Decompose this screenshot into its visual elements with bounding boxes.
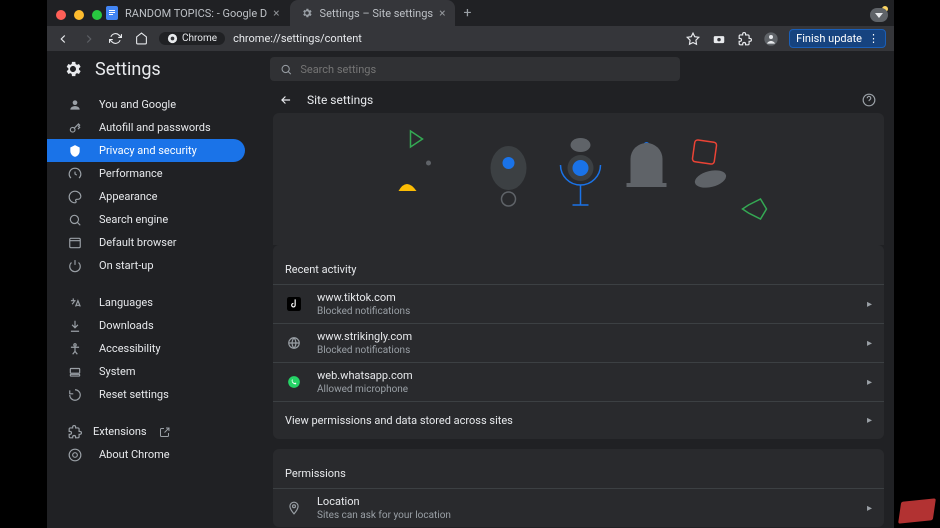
external-link-icon [157,426,173,438]
permission-location-row[interactable]: LocationSites can ask for your location … [273,488,884,527]
reset-icon [67,388,83,402]
help-icon[interactable] [862,93,878,107]
menu-dots-icon: ⋮ [868,32,879,45]
docs-icon [105,6,119,20]
nav-privacy-security[interactable]: Privacy and security [47,139,245,162]
close-icon[interactable]: × [439,6,445,20]
system-icon [67,365,83,379]
nav-appearance[interactable]: Appearance [47,185,263,208]
permissions-title: Permissions [273,449,884,488]
chevron-right-icon: ▸ [867,503,872,514]
maximize-window-button[interactable] [92,10,102,20]
close-icon[interactable]: × [273,6,279,20]
app-header: Settings [47,51,894,87]
browser-toolbar: Chrome chrome://settings/content Finish … [47,26,894,51]
tab-title: Settings – Site settings [320,7,434,20]
chevron-right-icon: ▸ [867,377,872,388]
nav-languages[interactable]: Languages [47,291,263,314]
finish-update-label: Finish update [796,32,862,45]
watermark-badge [898,498,936,523]
nav-performance[interactable]: Performance [47,162,263,185]
recent-row-tiktok[interactable]: www.tiktok.comBlocked notifications ▸ [273,284,884,323]
omnibox[interactable]: Chrome chrome://settings/content [159,30,675,48]
nav-downloads[interactable]: Downloads [47,314,263,337]
nav-search-engine[interactable]: Search engine [47,208,263,231]
search-field[interactable] [270,57,680,81]
nav-extensions[interactable]: Extensions [47,420,263,443]
chip-label: Chrome [182,33,217,44]
tab-settings[interactable]: Settings – Site settings × [290,0,456,26]
search-icon [67,213,83,227]
key-icon [67,121,83,135]
recent-activity-block: Recent activity www.tiktok.comBlocked no… [273,245,884,439]
nav-reset[interactable]: Reset settings [47,383,263,406]
new-tab-button[interactable]: + [463,5,471,21]
whatsapp-favicon-icon [285,375,303,389]
download-icon [67,319,83,333]
puzzle-icon [67,425,83,439]
nav-you-and-google[interactable]: You and Google [47,93,263,116]
power-icon [67,259,83,273]
nav-on-startup[interactable]: On start-up [47,254,263,277]
search-icon [280,63,292,76]
tab-overflow-button[interactable] [870,8,888,22]
sidenav: You and Google Autofill and passwords Pr… [47,87,263,528]
view-all-permissions-row[interactable]: View permissions and data stored across … [273,401,884,439]
chevron-right-icon: ▸ [867,338,872,349]
speedometer-icon [67,167,83,181]
forward-button[interactable] [81,31,97,47]
tab-title: RANDOM TOPICS: - Google D [125,7,267,20]
nav-accessibility[interactable]: Accessibility [47,337,263,360]
location-icon [285,501,303,515]
nav-system[interactable]: System [47,360,263,383]
chevron-right-icon: ▸ [867,299,872,310]
translate-icon [67,296,83,310]
profile-icon[interactable] [763,31,779,47]
chrome-icon [67,448,83,462]
settings-logo-icon [63,59,83,79]
back-button[interactable] [55,31,71,47]
accessibility-icon [67,342,83,356]
person-icon [67,98,83,112]
recent-activity-title: Recent activity [273,245,884,284]
page-title: Site settings [307,93,373,107]
browser-icon [67,236,83,250]
finish-update-button[interactable]: Finish update ⋮ [789,29,886,48]
generic-favicon-icon [285,336,303,350]
gear-icon [300,6,314,20]
tab-docs[interactable]: RANDOM TOPICS: - Google D × [95,0,290,26]
recent-row-whatsapp[interactable]: web.whatsapp.comAllowed microphone ▸ [273,362,884,401]
palette-icon [67,190,83,204]
home-button[interactable] [133,31,149,47]
star-icon[interactable] [685,31,701,47]
main-content: Site settings [263,87,894,528]
permissions-block: Permissions LocationSites can ask for yo… [273,449,884,527]
window-traffic-lights[interactable] [56,10,102,20]
app-title: Settings [95,59,161,80]
site-chip[interactable]: Chrome [159,32,225,45]
nav-autofill[interactable]: Autofill and passwords [47,116,263,139]
nav-default-browser[interactable]: Default browser [47,231,263,254]
url-text: chrome://settings/content [233,32,362,45]
close-window-button[interactable] [56,10,66,20]
minimize-window-button[interactable] [74,10,84,20]
recent-row-strikingly[interactable]: www.strikingly.comBlocked notifications … [273,323,884,362]
tiktok-favicon-icon [285,297,303,311]
shield-icon [67,144,83,158]
extensions-icon[interactable] [737,31,753,47]
search-input[interactable] [300,63,670,76]
chevron-right-icon: ▸ [867,415,872,426]
hero-illustration [273,113,884,245]
panel-header: Site settings [273,87,884,113]
nav-about[interactable]: About Chrome [47,443,263,466]
back-arrow-button[interactable] [279,93,293,107]
settings-app: Settings You and Google Autofill and pas… [47,51,894,528]
camera-icon[interactable] [711,31,727,47]
reload-button[interactable] [107,31,123,47]
tab-bar: RANDOM TOPICS: - Google D × Settings – S… [47,0,894,26]
